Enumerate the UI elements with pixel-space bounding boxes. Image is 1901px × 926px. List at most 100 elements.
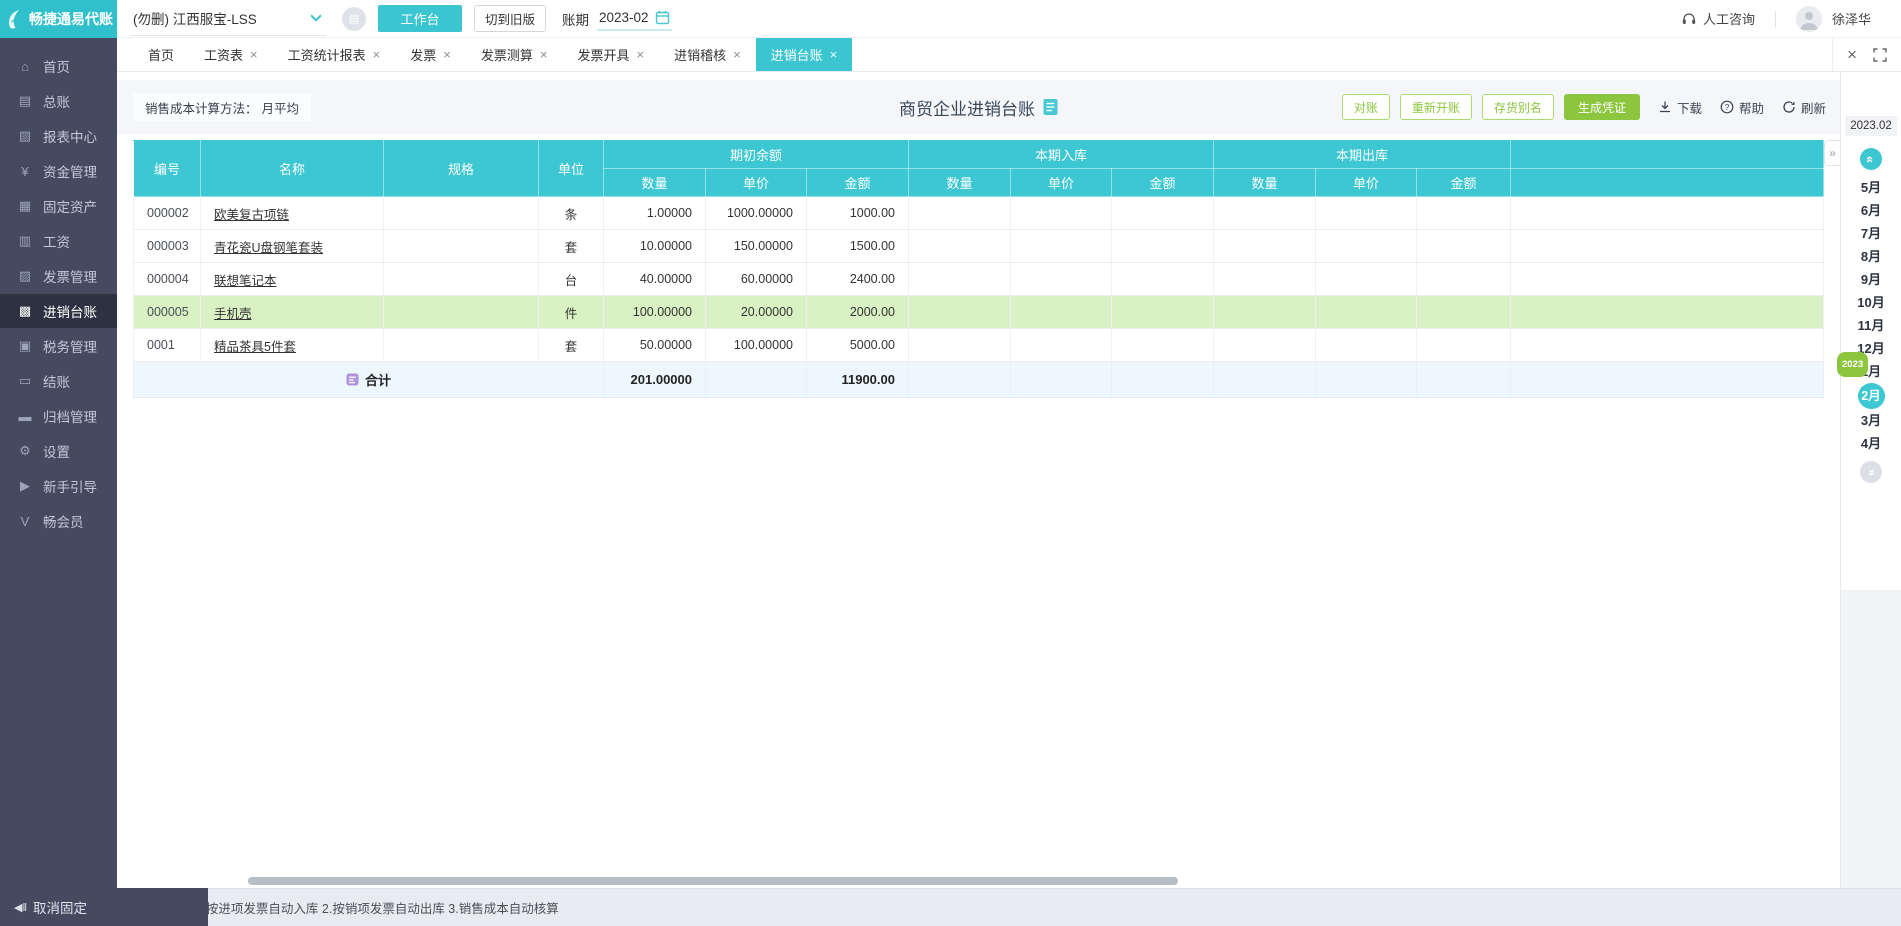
column-header-spec[interactable]: 规格 (383, 140, 539, 197)
item-name-link[interactable]: 联想笔记本 (214, 274, 277, 288)
collapse-month-panel-button[interactable]: » (1824, 140, 1840, 166)
divider (1774, 10, 1776, 27)
table-row[interactable]: 000002 欧美复古项链 条 1.00000 1000.00000 1000.00 (133, 196, 1824, 230)
item-name-link[interactable]: 欧美复古项链 (214, 208, 289, 222)
inventory-ledger-table: 编号 名称 规格 单位 期初余额 本期入库 本期出库 数量 单价 金额 数量 单… (133, 140, 1824, 398)
period-picker[interactable]: 2023-02 (597, 6, 672, 31)
logo-leaf-icon (4, 8, 24, 30)
table-row[interactable]: 0001 精品茶具5件套 套 50.00000 100.00000 5000.00 (133, 328, 1824, 362)
table-row[interactable]: 000005 手机壳 件 100.00000 20.00000 2000.00 (133, 295, 1824, 329)
table-row[interactable]: 000004 联想笔记本 台 40.00000 60.00000 2400.00 (133, 262, 1824, 296)
tab-进销稽核[interactable]: 进销稽核 × (659, 38, 756, 71)
subcolumn-qty[interactable]: 数量 (603, 168, 706, 197)
sidebar-item-closing[interactable]: ▭ 结账 (0, 364, 117, 398)
subcolumn-qty[interactable]: 数量 (1213, 168, 1316, 197)
tab-发票测算[interactable]: 发票测算 × (466, 38, 563, 71)
tab-close-icon[interactable]: × (250, 47, 258, 62)
month-item-5月[interactable]: 5月 (1841, 176, 1901, 199)
month-item-9月[interactable]: 9月 (1841, 268, 1901, 291)
item-name-link[interactable]: 精品茶具5件套 (214, 340, 296, 354)
subcolumn-qty[interactable]: 数量 (908, 168, 1011, 197)
subcolumn-price[interactable]: 单价 (705, 168, 807, 197)
total-row: 合计 201.00000 11900.00 (133, 361, 1824, 398)
logo-text: 畅捷通易代账 (29, 10, 113, 27)
scroll-months-up-button[interactable]: « (1860, 148, 1882, 170)
month-item-10月[interactable]: 10月 (1841, 291, 1901, 314)
sidebar-item-label: 发票管理 (43, 270, 97, 285)
clipboard-icon[interactable]: ▤ (342, 6, 366, 31)
sidebar-item-home[interactable]: ⌂ 首页 (0, 49, 117, 83)
month-item-7月[interactable]: 7月 (1841, 222, 1901, 245)
tab-close-icon[interactable]: × (733, 47, 741, 62)
close-all-tabs-icon[interactable]: × (1847, 46, 1857, 63)
sidebar-item-report-center[interactable]: ▧ 报表中心 (0, 119, 117, 153)
subcolumn-price[interactable]: 单价 (1315, 168, 1417, 197)
tab-发票开具[interactable]: 发票开具 × (562, 38, 659, 71)
workbench-button[interactable]: 工作台 (378, 5, 462, 32)
tab-进销台账[interactable]: 进销台账 × (755, 38, 853, 71)
sidebar-item-tax[interactable]: ▣ 税务管理 (0, 329, 117, 363)
sidebar-item-funds[interactable]: ¥ 资金管理 (0, 154, 117, 188)
month-item-4月[interactable]: 4月 (1841, 432, 1901, 455)
scroll-months-down-button[interactable]: « (1860, 461, 1882, 483)
subcolumn-amount[interactable]: 金额 (1416, 168, 1511, 197)
tab-工资统计报表[interactable]: 工资统计报表 × (273, 38, 396, 71)
item-name-link[interactable]: 手机壳 (214, 307, 252, 321)
document-icon[interactable] (1042, 98, 1058, 116)
unpin-sidebar-button[interactable]: ◀‖ 取消固定 (0, 888, 208, 926)
sidebar-item-archive[interactable]: ▬ 归档管理 (0, 399, 117, 433)
username[interactable]: 徐泽华 (1832, 9, 1871, 28)
sidebar-item-general-ledger[interactable]: ▤ 总账 (0, 84, 117, 118)
month-item-6月[interactable]: 6月 (1841, 199, 1901, 222)
download-button[interactable]: 下载 (1658, 98, 1702, 117)
subcolumn-amount[interactable]: 金额 (1111, 168, 1214, 197)
month-item-3月[interactable]: 3月 (1841, 409, 1901, 432)
column-header-name[interactable]: 名称 (200, 140, 384, 197)
company-select[interactable]: (勿删) 江西服宝-LSS (131, 1, 326, 36)
column-header-unit[interactable]: 单位 (538, 140, 604, 197)
sidebar-item-inventory-ledger[interactable]: ▩ 进销台账 (0, 294, 117, 328)
tab-close-icon[interactable]: × (373, 47, 381, 62)
table-row[interactable]: 000003 青花瓷U盘钢笔套装 套 10.00000 150.00000 1500.00 (133, 229, 1824, 263)
重新开账-button[interactable]: 重新开账 (1399, 94, 1472, 120)
cell-value (1416, 262, 1511, 296)
cell-value: 40.00000 (603, 262, 706, 296)
month-item-1月[interactable]: 2023 1月 (1837, 352, 1901, 383)
tab-首页[interactable]: 首页 (133, 38, 189, 71)
fullscreen-icon[interactable] (1873, 47, 1887, 62)
month-item-11月[interactable]: 11月 (1841, 314, 1901, 337)
help-button[interactable]: ? 帮助 (1720, 98, 1764, 117)
column-header-code[interactable]: 编号 (133, 140, 201, 197)
sidebar-item-member[interactable]: V 畅会员 (0, 504, 117, 538)
month-item-2月[interactable]: 2月 (1841, 383, 1901, 409)
tab-close-icon[interactable]: × (636, 47, 644, 62)
cell-filler (1510, 328, 1824, 362)
sidebar-item-settings[interactable]: ⚙ 设置 (0, 434, 117, 468)
month-item-8月[interactable]: 8月 (1841, 245, 1901, 268)
subcolumn-amount[interactable]: 金额 (806, 168, 909, 197)
live-support-button[interactable]: 人工咨询 (1681, 9, 1755, 28)
tab-close-icon[interactable]: × (830, 47, 838, 62)
对账-button[interactable]: 对账 (1341, 94, 1390, 120)
subcolumn-price[interactable]: 单价 (1010, 168, 1112, 197)
switch-old-version-button[interactable]: 切到旧版 (474, 5, 547, 32)
sidebar-item-salary[interactable]: ▥ 工资 (0, 224, 117, 258)
cell-name: 青花瓷U盘钢笔套装 (200, 229, 384, 263)
生成凭证-button[interactable]: 生成凭证 (1563, 94, 1640, 120)
存货别名-button[interactable]: 存货别名 (1481, 94, 1554, 120)
avatar[interactable] (1795, 5, 1822, 32)
horizontal-scrollbar[interactable] (248, 877, 1178, 885)
refresh-button[interactable]: 刷新 (1782, 98, 1826, 117)
item-name-link[interactable]: 青花瓷U盘钢笔套装 (214, 241, 323, 255)
tab-label: 发票开具 (577, 48, 630, 63)
general-ledger-icon: ▤ (18, 93, 32, 108)
calculator-icon (346, 373, 359, 386)
sidebar-item-fixed-assets[interactable]: ▦ 固定资产 (0, 189, 117, 223)
tab-close-icon[interactable]: × (540, 47, 548, 62)
tab-工资表[interactable]: 工资表 × (189, 38, 273, 71)
status-bar: 业务说明：1.按进项发票自动入库 2.按销项发票自动出库 3.销售成本自动核算 (117, 888, 1901, 926)
tab-发票[interactable]: 发票 × (395, 38, 466, 71)
sidebar-item-invoice[interactable]: ▨ 发票管理 (0, 259, 117, 293)
tab-close-icon[interactable]: × (443, 47, 451, 62)
sidebar-item-guide[interactable]: ▶ 新手引导 (0, 469, 117, 503)
